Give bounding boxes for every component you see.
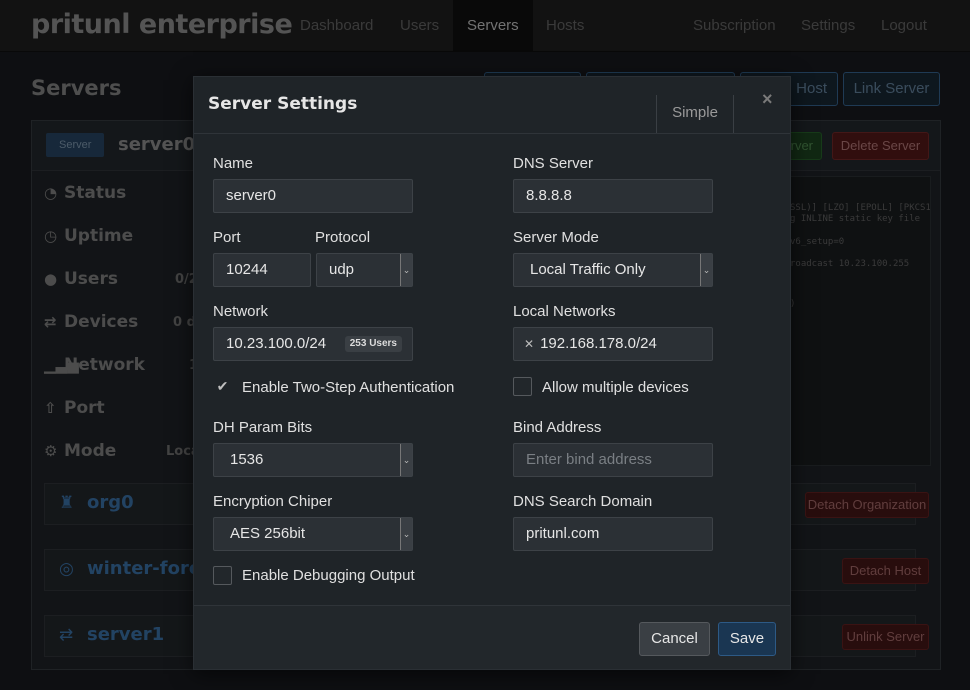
server-mode-label: Server Mode [513,229,599,246]
cipher-select[interactable]: AES 256bit ⌄ [213,517,413,551]
local-networks-input[interactable]: ✕ 192.168.178.0/24 [513,327,713,361]
cancel-button[interactable]: Cancel [639,622,710,656]
protocol-label: Protocol [315,229,371,246]
two-step-checkbox[interactable]: ✔ [213,377,232,396]
port-input[interactable]: 10244 [213,253,311,287]
server-mode-value: Local Traffic Only [530,261,646,278]
name-label: Name [213,155,254,172]
cipher-label: Encryption Chiper [213,493,333,510]
close-icon[interactable]: × [762,89,773,110]
modal-header: Server Settings Simple × [194,77,790,134]
multi-device-label[interactable]: Allow multiple devices [542,379,689,396]
dns-search-domain-label: DNS Search Domain [513,493,653,510]
two-step-label[interactable]: Enable Two-Step Authentication [242,379,454,396]
bind-address-input[interactable]: Enter bind address [513,443,713,477]
multi-device-checkbox[interactable] [513,377,532,396]
dns-search-domain-input[interactable]: pritunl.com [513,517,713,551]
protocol-select[interactable]: udp ⌄ [316,253,413,287]
modal-title: Server Settings [208,94,358,114]
debug-label[interactable]: Enable Debugging Output [242,567,415,584]
modal-footer: Cancel Save [194,605,790,669]
network-value: 10.23.100.0/24 [226,335,327,352]
debug-checkbox[interactable] [213,566,232,585]
server-settings-modal: Server Settings Simple × Name server0 Po… [193,76,791,670]
simple-mode-toggle[interactable]: Simple [656,95,734,133]
remove-tag-icon[interactable]: ✕ [524,337,534,351]
dns-server-label: DNS Server [513,155,594,172]
port-label: Port [213,229,241,246]
server-mode-select[interactable]: Local Traffic Only ⌄ [513,253,713,287]
local-network-tag: 192.168.178.0/24 [540,335,657,352]
dh-param-select[interactable]: 1536 ⌄ [213,443,413,477]
dh-param-label: DH Param Bits [213,419,313,436]
dns-server-input[interactable]: 8.8.8.8 [513,179,713,213]
name-input[interactable]: server0 [213,179,413,213]
network-input[interactable]: 10.23.100.0/24 253 Users [213,327,413,361]
chevron-down-icon: ⌄ [400,444,412,476]
dh-param-value: 1536 [230,451,264,468]
chevron-down-icon: ⌄ [700,254,712,286]
local-networks-label: Local Networks [513,303,616,320]
protocol-value: udp [329,261,355,278]
bind-address-label: Bind Address [513,419,602,436]
save-button[interactable]: Save [718,622,776,656]
network-label: Network [213,303,269,320]
chevron-down-icon: ⌄ [400,518,412,550]
chevron-down-icon: ⌄ [400,254,412,286]
cipher-value: AES 256bit [230,525,306,542]
network-users-badge: 253 Users [344,336,402,352]
